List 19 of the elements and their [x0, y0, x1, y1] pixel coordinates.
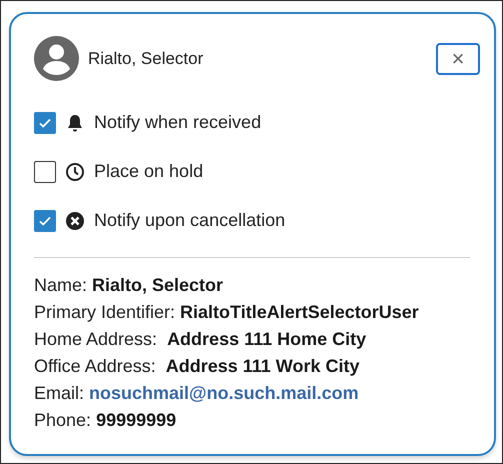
detail-line: Home Address: Address 111 Home City: [34, 328, 368, 351]
option-label: Place on hold: [94, 161, 204, 182]
option-label: Notify upon cancellation: [94, 210, 286, 232]
detail-line: Phone: 99999999: [34, 408, 178, 432]
contact-name: Rialto, Selector: [88, 48, 204, 68]
clock-icon: [65, 162, 85, 182]
bell-icon: [65, 112, 85, 132]
detail-line: Name: Rialto, Selector: [34, 274, 224, 297]
close-button[interactable]: ×: [436, 42, 480, 74]
checkbox[interactable]: [34, 210, 56, 232]
option-label: Notify when received: [94, 112, 262, 133]
email-link[interactable]: nosuchmail@no.such.mail.com: [89, 380, 359, 407]
checkbox[interactable]: [34, 160, 56, 183]
detail-line: Primary Identifier: RialtoTitleAlertSelectorUser: [34, 300, 420, 324]
cancel-icon: [65, 210, 85, 231]
detail-line: Office Address: Address 111 Work City: [34, 354, 360, 378]
avatar-icon: [34, 36, 79, 81]
checkbox[interactable]: [34, 112, 56, 134]
detail-label: Email:: [34, 382, 84, 405]
